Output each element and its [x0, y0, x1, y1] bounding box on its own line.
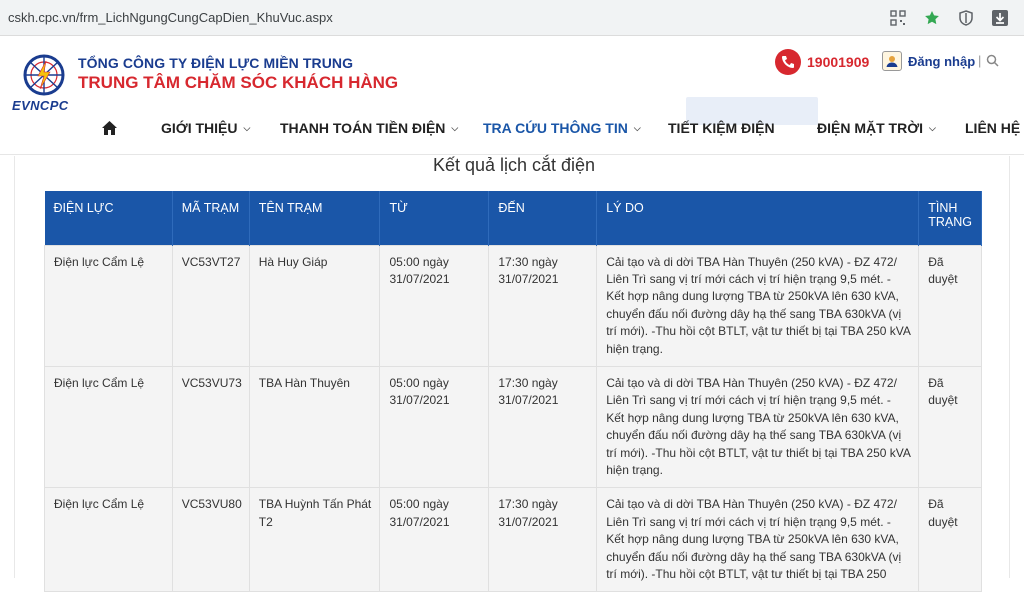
table-header-row: ĐIỆN LỰC MÃ TRẠM TÊN TRẠM TỪ ĐẾN LÝ DO T…	[44, 191, 982, 245]
cell-den: 17:30 ngày 31/07/2021	[488, 365, 598, 489]
outage-schedule-table: ĐIỆN LỰC MÃ TRẠM TÊN TRẠM TỪ ĐẾN LÝ DO T…	[44, 191, 982, 592]
column-header-tu: TỪ	[379, 191, 490, 245]
cell-ma-tram: VC53VU80	[171, 487, 250, 592]
page-title: Kết quả lịch cắt điện	[0, 155, 1024, 176]
nav-item-thanh-toan[interactable]: THANH TOÁN TIỀN ĐIỆN ⌵	[280, 120, 458, 136]
browser-icons	[888, 8, 1010, 28]
brand-wordmark: EVNCPC	[12, 98, 69, 113]
nav-item-dien-mat-troi[interactable]: ĐIỆN MẶT TRỜI ⌵	[817, 120, 936, 136]
login-label: Đăng nhập	[908, 53, 976, 69]
nav-item-label: THANH TOÁN TIỀN ĐIỆN	[280, 120, 446, 136]
header-divider: |	[978, 53, 982, 68]
cell-ten-tram: TBA Hàn Thuyên	[248, 365, 381, 489]
nav-item-label: TRA CỨU THÔNG TIN	[483, 120, 628, 136]
main-nav: GIỚI THIỆU ⌵ THANH TOÁN TIỀN ĐIỆN ⌵ TRA CỨ…	[0, 117, 1024, 141]
cell-dien-luc: Điện lực Cẩm Lệ	[44, 244, 173, 367]
column-header-ten-tram: TÊN TRẠM	[249, 191, 381, 245]
cell-den: 17:30 ngày 31/07/2021	[488, 244, 598, 367]
chevron-down-icon: ⌵	[633, 123, 641, 133]
cell-ly-do: Cải tạo và di dời TBA Hàn Thuyên (250 kV…	[596, 365, 920, 489]
page-title-text: Kết quả lịch cắt điện	[432, 155, 596, 175]
table-row: Điện lực Cẩm Lệ VC53VU80 TBA Huỳnh Tấn P…	[44, 487, 982, 592]
cell-ma-tram: VC53VU73	[171, 365, 250, 489]
browser-bar: cskh.cpc.vn/frm_LichNgungCungCapDien_Khu…	[0, 0, 1024, 36]
org-name-line1: TỔNG CÔNG TY ĐIỆN LỰC MIỀN TRUNG	[78, 55, 354, 71]
login-button[interactable]: Đăng nhập	[882, 51, 975, 71]
cell-den: 17:30 ngày 31/07/2021	[488, 487, 598, 592]
nav-item-tra-cuu[interactable]: TRA CỨU THÔNG TIN ⌵	[483, 120, 641, 136]
nav-item-label: ĐIỆN MẶT TRỜI	[817, 120, 924, 136]
brand-text: EVNCPC	[12, 98, 69, 113]
site-header: EVNCPC TỔNG CÔNG TY ĐIỆN LỰC MIỀN TRUNG …	[0, 37, 1024, 155]
chevron-down-icon: ⌵	[451, 123, 459, 133]
evn-logo[interactable]: EVNCPC	[12, 47, 76, 117]
cell-tinh-trang: Đã duyệt	[918, 365, 982, 489]
qr-code-icon[interactable]	[888, 8, 908, 28]
table-row: Điện lực Cẩm Lệ VC53VU73 TBA Hàn Thuyên …	[44, 365, 982, 489]
cell-dien-luc: Điện lực Cẩm Lệ	[44, 487, 173, 592]
cell-tinh-trang: Đã duyệt	[918, 487, 982, 592]
cell-ten-tram: Hà Huy Giáp	[248, 244, 381, 367]
star-icon[interactable]	[922, 8, 942, 28]
search-icon[interactable]	[986, 54, 1000, 68]
nav-item-label: LIÊN HỆ	[965, 120, 1021, 136]
column-header-dien-luc: ĐIỆN LỰC	[44, 191, 173, 245]
table-header: ĐIỆN LỰC MÃ TRẠM TÊN TRẠM TỪ ĐẾN LÝ DO T…	[44, 191, 982, 245]
cell-ma-tram: VC53VT27	[171, 244, 250, 367]
table-row: Điện lực Cẩm Lệ VC53VT27 Hà Huy Giáp 05:…	[44, 244, 982, 367]
column-header-tinh-trang: TÌNH TRẠNG	[918, 191, 982, 245]
phone-icon	[775, 49, 801, 75]
column-header-ly-do: LÝ DO	[596, 191, 920, 245]
org-name-line2: TRUNG TÂM CHĂM SÓC KHÁCH HÀNG	[78, 73, 399, 92]
column-header-ma-tram: MÃ TRẠM	[172, 191, 250, 245]
cell-tu: 05:00 ngày 31/07/2021	[379, 487, 490, 592]
nav-item-gioi-thieu[interactable]: GIỚI THIỆU ⌵	[161, 120, 250, 136]
hotline[interactable]: 19001909	[775, 49, 869, 75]
cell-tu: 05:00 ngày 31/07/2021	[379, 244, 490, 367]
download-icon[interactable]	[990, 8, 1010, 28]
address-bar-url[interactable]: cskh.cpc.vn/frm_LichNgungCungCapDien_Khu…	[8, 10, 333, 25]
nav-item-tiet-kiem[interactable]: TIẾT KIỆM ĐIỆN	[668, 120, 775, 136]
cell-ly-do: Cải tạo và di dời TBA Hàn Thuyên (250 kV…	[596, 244, 920, 367]
home-icon[interactable]	[101, 120, 117, 136]
user-icon	[882, 51, 902, 71]
cell-tu: 05:00 ngày 31/07/2021	[379, 365, 490, 489]
chevron-down-icon: ⌵	[929, 123, 936, 133]
nav-item-label: GIỚI THIỆU	[161, 120, 238, 136]
cell-dien-luc: Điện lực Cẩm Lệ	[44, 365, 173, 489]
table-body: Điện lực Cẩm Lệ VC53VT27 Hà Huy Giáp 05:…	[44, 244, 982, 592]
cell-tinh-trang: Đã duyệt	[918, 244, 982, 367]
cell-ly-do: Cải tạo và di dời TBA Hàn Thuyên (250 kV…	[596, 487, 920, 592]
chevron-down-icon: ⌵	[243, 123, 251, 133]
cell-ten-tram: TBA Huỳnh Tấn Phát T2	[248, 487, 381, 592]
nav-item-lien-he[interactable]: LIÊN HỆ	[965, 120, 1020, 136]
column-header-den: ĐẾN	[488, 191, 598, 245]
shield-icon[interactable]	[956, 8, 976, 28]
nav-item-label: TIẾT KIỆM ĐIỆN	[668, 120, 775, 136]
hotline-number: 19001909	[807, 54, 870, 70]
